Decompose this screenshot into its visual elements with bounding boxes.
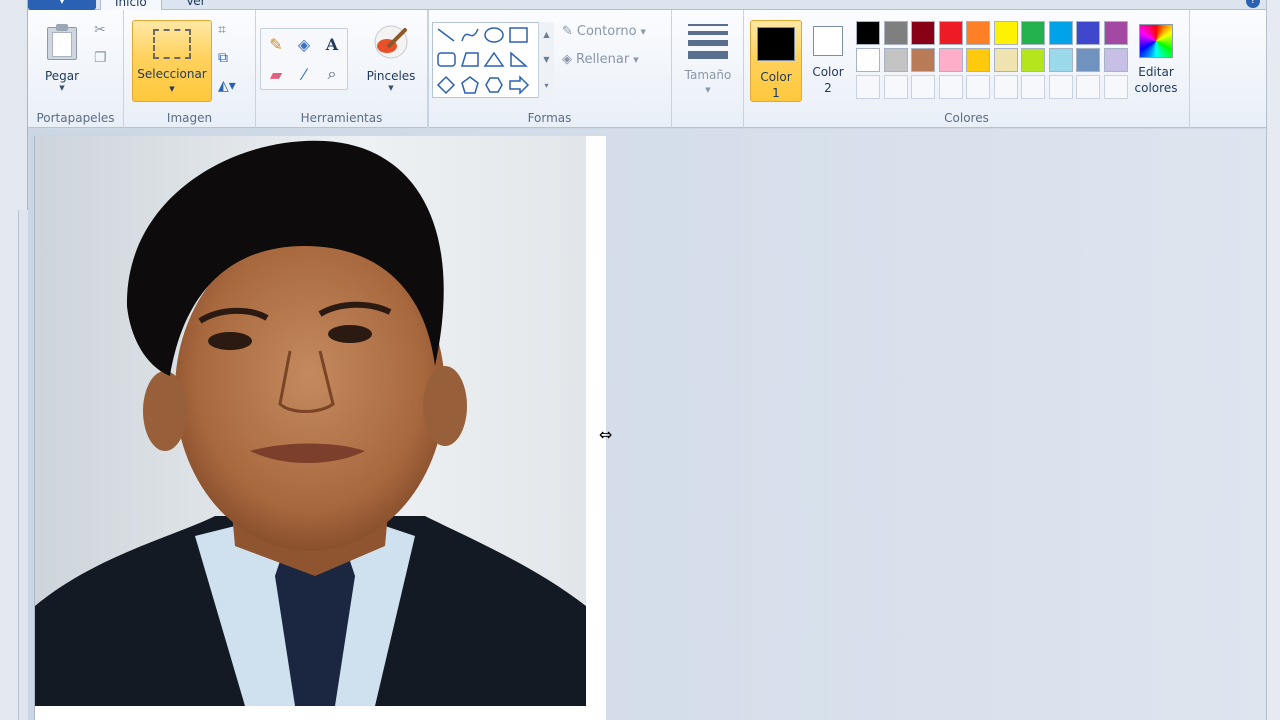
palette-swatch[interactable] (966, 21, 990, 45)
color2-label: Color 2 (812, 65, 844, 95)
fill-label: Rellenar (576, 52, 630, 67)
portrait-photo (35, 136, 586, 706)
brush-icon (371, 24, 411, 60)
edit-colors-label: Editar colores (1134, 65, 1178, 95)
palette-swatch[interactable] (966, 48, 990, 72)
eraser-icon[interactable]: ▰ (263, 61, 289, 87)
color1-swatch (757, 27, 795, 61)
palette-swatch[interactable] (1021, 48, 1045, 72)
canvas-workspace: ⇔ (28, 129, 1266, 720)
color2-button[interactable]: Color 2 (802, 20, 854, 102)
magnifier-icon[interactable]: ⌕ (319, 61, 345, 87)
pencil-icon[interactable]: ✎ (263, 31, 289, 57)
palette-swatch[interactable] (1076, 48, 1100, 72)
tab-view[interactable]: Ver (172, 0, 220, 10)
palette-swatch[interactable] (1103, 48, 1128, 72)
shapes-gallery (432, 22, 554, 98)
fill-dropdown-icon: ▼ (633, 55, 639, 64)
clipboard-group: Pegar ▼ ✂ ❐ Portapapeles (28, 10, 124, 128)
palette-custom-slot[interactable] (911, 75, 935, 99)
outline-icon: ✎ (562, 24, 573, 39)
color-picker-icon[interactable]: ⁄ (291, 61, 317, 87)
color2-swatch (813, 26, 843, 56)
rainbow-icon (1139, 24, 1173, 58)
brushes-label: Pinceles (366, 69, 416, 83)
clipboard-icon (47, 24, 77, 60)
colors-group-label: Colores (944, 111, 989, 125)
text-tool-icon[interactable]: A (319, 31, 345, 57)
palette-swatch[interactable] (1048, 48, 1073, 72)
palette-custom-slot[interactable] (1021, 75, 1045, 99)
palette-swatch[interactable] (938, 48, 963, 72)
fill-icon: ◈ (562, 52, 572, 67)
paste-button[interactable]: Pegar ▼ (36, 10, 88, 92)
size-dropdown-icon: ▼ (705, 86, 711, 94)
palette-custom-slot[interactable] (856, 75, 880, 99)
select-button[interactable]: Seleccionar ▼ (132, 20, 212, 102)
shapes-gallery-icons[interactable] (433, 23, 539, 99)
palette-custom-slot[interactable] (1103, 75, 1128, 99)
palette-swatch[interactable] (1076, 21, 1100, 45)
outline-dropdown-icon: ▼ (640, 27, 646, 36)
window-left-edge (0, 0, 28, 720)
size-lines-icon[interactable] (688, 24, 728, 64)
tools-group-label: Herramientas (300, 111, 383, 125)
color1-label: Color 1 (760, 70, 792, 100)
resize-cursor-icon: ⇔ (599, 425, 613, 444)
copy-icon[interactable]: ❐ (94, 50, 107, 66)
left-panel-edge (18, 210, 28, 720)
ribbon: Pegar ▼ ✂ ❐ Portapapeles Imagen Seleccio… (28, 10, 1266, 128)
palette-swatch[interactable] (883, 48, 908, 72)
image-group-label: Imagen (166, 111, 213, 125)
drawing-canvas[interactable] (34, 136, 606, 720)
window-right-edge (1266, 0, 1280, 720)
tools-panel: ✎ ◈ A ▰ ⁄ ⌕ (260, 28, 348, 90)
palette-swatch[interactable] (1103, 21, 1128, 45)
palette-swatch[interactable] (856, 48, 880, 72)
file-menu-icon: ▾ (59, 0, 65, 7)
paste-label: Pegar (44, 69, 80, 83)
fill-button[interactable]: ◈ Rellenar ▼ (562, 52, 639, 67)
brushes-dropdown-icon: ▼ (388, 84, 394, 92)
select-label: Seleccionar (137, 67, 207, 81)
rotate-icon[interactable]: ◭▾ (218, 78, 236, 94)
palette-custom-slot[interactable] (1076, 75, 1100, 99)
file-menu-button[interactable]: ▾ (28, 0, 96, 10)
outline-button[interactable]: ✎ Contorno ▼ (562, 24, 646, 39)
cut-icon[interactable]: ✂ (94, 22, 106, 38)
palette-swatch[interactable] (883, 21, 908, 45)
palette-custom-slot[interactable] (883, 75, 908, 99)
scroll-up-icon[interactable]: ▲ (543, 30, 549, 39)
tab-home[interactable]: Inicio (100, 0, 162, 10)
palette-swatch[interactable] (993, 21, 1018, 45)
edit-colors-button[interactable]: Editar colores (1128, 24, 1184, 96)
size-label[interactable]: Tamaño (672, 68, 744, 82)
palette-swatch[interactable] (1048, 21, 1073, 45)
scroll-down-icon[interactable]: ▼ (543, 55, 549, 64)
palette-custom-slot[interactable] (993, 75, 1018, 99)
clipboard-group-label: Portapapeles (36, 111, 115, 125)
palette-custom-slot[interactable] (966, 75, 990, 99)
crop-icon[interactable]: ⌗ (218, 22, 226, 38)
gallery-more-icon[interactable]: ▾ (544, 81, 548, 90)
shapes-group-label: Formas (527, 111, 572, 125)
palette-swatch[interactable] (993, 48, 1018, 72)
palette-swatch[interactable] (911, 21, 935, 45)
palette-swatch[interactable] (856, 21, 880, 45)
brushes-button[interactable]: Pinceles ▼ (362, 10, 420, 92)
palette-custom-slot[interactable] (938, 75, 963, 99)
palette-swatch[interactable] (911, 48, 935, 72)
shapes-scrollbar[interactable]: ▲ ▼ ▾ (538, 22, 554, 98)
palette-swatch[interactable] (1021, 21, 1045, 45)
color1-button[interactable]: Color 1 (750, 20, 802, 102)
outline-label: Contorno (576, 24, 637, 39)
palette-custom-slot[interactable] (1048, 75, 1073, 99)
palette-swatch[interactable] (938, 21, 963, 45)
select-dropdown-icon: ▼ (169, 85, 175, 93)
fill-bucket-icon[interactable]: ◈ (291, 31, 317, 57)
resize-icon[interactable]: ⧉ (218, 50, 228, 66)
paste-dropdown-icon: ▼ (59, 84, 65, 92)
selection-rect-icon (153, 29, 191, 59)
